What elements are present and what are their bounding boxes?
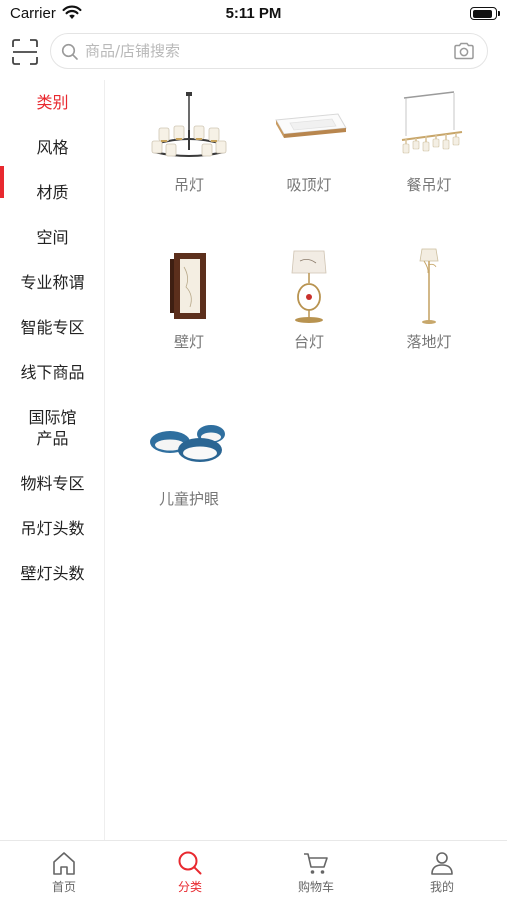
category-ceiling-light[interactable]: 吸顶灯 [249,90,369,195]
tab-home[interactable]: 首页 [1,841,127,900]
sidebar-item-label: 风格 [36,138,69,157]
chandelier-icon [151,92,227,157]
category-chandelier[interactable]: 吊灯 [129,90,249,195]
sidebar-item-label: 吊灯头数 [20,519,85,538]
status-bar: Carrier 5:11 PM [0,0,507,28]
user-icon [431,852,453,875]
sidebar-item-category[interactable]: 类别 [0,92,105,113]
category-dining-pendant[interactable]: 餐吊灯 [369,90,489,195]
floor-lamp-icon [419,248,439,324]
kids-eye-care-light-icon [150,425,225,462]
sidebar-item-wall-lamp-head-count[interactable]: 壁灯头数 [0,563,105,584]
search-input[interactable] [85,34,445,68]
category-label: 吸顶灯 [286,176,332,194]
category-label: 壁灯 [173,333,204,351]
sidebar-item-label: 专业称谓 [20,273,85,292]
sidebar-item-label: 壁灯头数 [20,564,85,583]
sidebar-item-smart-zone[interactable]: 智能专区 [0,317,105,338]
sidebar-item-label: 材质 [36,183,69,202]
category-floor-lamp[interactable]: 落地灯 [369,247,489,352]
category-label: 餐吊灯 [406,176,452,194]
category-table-lamp[interactable]: 台灯 [249,247,369,352]
battery-icon [470,7,500,20]
sidebar-item-label: 国际馆 [28,408,77,427]
category-label: 台灯 [293,333,324,351]
tab-cart[interactable]: 购物车 [253,841,379,900]
tab-label: 首页 [51,880,76,894]
scan-icon[interactable] [11,38,39,66]
sidebar-item-material[interactable]: 材质 [0,182,105,203]
tab-label: 购物车 [297,880,334,894]
sidebar-item-label: 智能专区 [20,318,85,337]
table-lamp-icon [291,250,327,323]
ceiling-light-icon [275,113,347,138]
sidebar-item-professional-title[interactable]: 专业称谓 [0,272,105,293]
sidebar-item-space[interactable]: 空间 [0,227,105,248]
sidebar-item-label: 线下商品 [20,363,85,382]
sidebar-item-label: 物料专区 [20,474,85,493]
search-icon [61,43,78,60]
sidebar-item-label: 类别 [36,93,69,112]
sidebar-item-label-line2: 产品 [36,429,69,448]
sidebar-item-pendant-head-count[interactable]: 吊灯头数 [0,518,105,539]
sidebar-item-materials-zone[interactable]: 物料专区 [0,473,105,494]
tab-category[interactable]: 分类 [127,841,253,900]
cart-icon [304,853,328,874]
category-sidebar: 类别 风格 材质 空间 专业称谓 智能专区 线下商品 国际馆 产品 物料专区 吊… [0,80,105,840]
category-kids-eye-care[interactable]: 儿童护眼 [129,404,249,509]
search-header [0,30,507,74]
sidebar-item-international-products[interactable]: 国际馆 产品 [0,407,105,449]
category-label: 落地灯 [406,333,452,351]
battery-level [472,9,493,18]
sidebar-item-offline-products[interactable]: 线下商品 [0,362,105,383]
category-grid: 吊灯 吸顶灯 餐吊灯 壁灯 台灯 落地灯 儿童护眼 [107,80,507,840]
search-icon [178,851,202,875]
search-box[interactable] [50,33,488,69]
bottom-tab-bar: 首页 分类 购物车 我的 [0,840,507,900]
tab-label: 分类 [177,880,202,894]
wall-lamp-icon [170,253,206,319]
category-label: 吊灯 [173,176,204,194]
dining-pendant-icon [401,91,463,154]
sidebar-item-label: 空间 [36,228,69,247]
category-wall-lamp[interactable]: 壁灯 [129,247,249,352]
clock: 5:11 PM [225,5,282,22]
home-icon [53,852,75,875]
tab-label: 我的 [429,880,454,894]
tab-profile[interactable]: 我的 [379,841,505,900]
category-label: 儿童护眼 [158,490,219,508]
sidebar-item-style[interactable]: 风格 [0,137,105,158]
camera-icon[interactable] [453,42,475,60]
